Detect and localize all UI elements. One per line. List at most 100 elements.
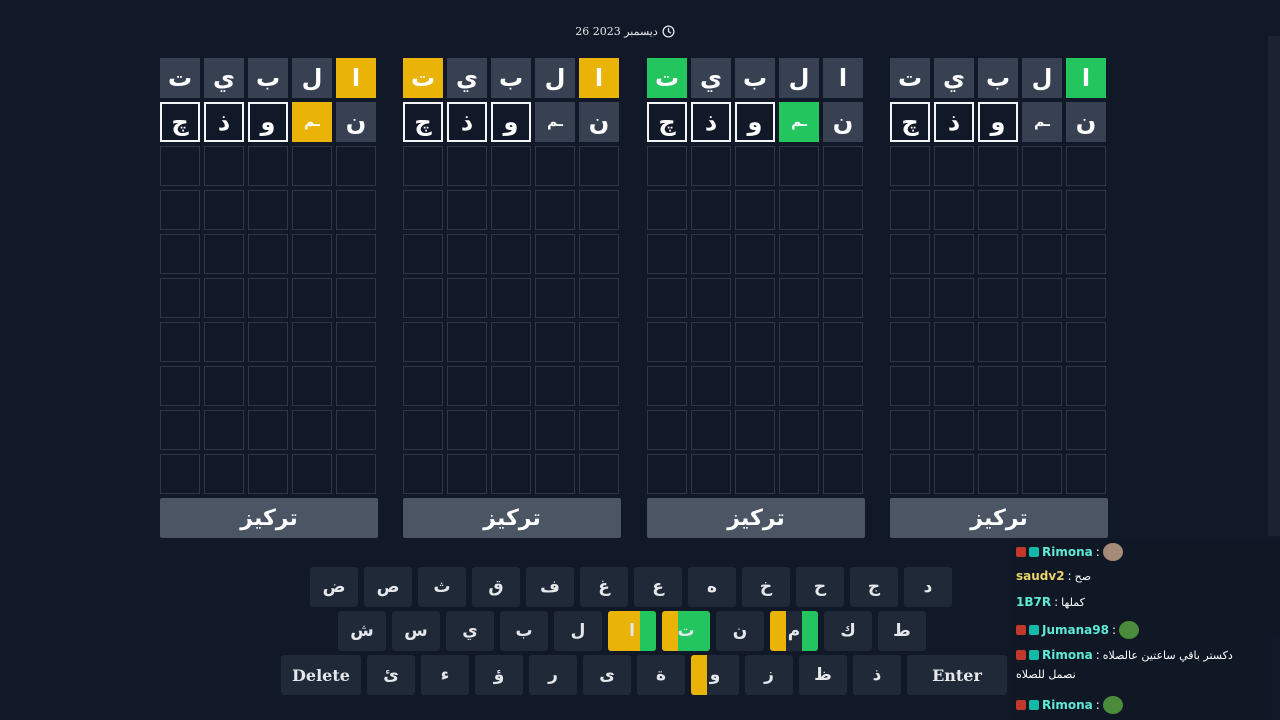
- key[interactable]: س: [392, 611, 440, 651]
- key[interactable]: ى: [583, 655, 631, 695]
- key[interactable]: ح: [796, 567, 844, 607]
- letter-tile: [691, 322, 731, 362]
- letter-tile: [978, 146, 1018, 186]
- letter-tile: [1066, 190, 1106, 230]
- chat-separator: :: [1067, 569, 1072, 583]
- key-label: ش: [350, 621, 374, 641]
- letter-tile: [292, 190, 332, 230]
- key[interactable]: ع: [634, 567, 682, 607]
- letter-tile: [890, 366, 930, 406]
- letter-tile: [535, 454, 575, 494]
- chat-message: Rimona : دكستر باقي ساعتين عالصلاه: [1016, 648, 1233, 662]
- letter-tile: ذ: [691, 102, 731, 142]
- board-row: [890, 454, 1108, 494]
- key[interactable]: م: [770, 611, 818, 651]
- focus-button[interactable]: تركيز: [647, 498, 865, 538]
- scrollbar[interactable]: [1268, 36, 1280, 536]
- letter-tile: [204, 278, 244, 318]
- key[interactable]: ظ: [799, 655, 847, 695]
- letter-tile: ب: [978, 58, 1018, 98]
- key-label: ظ: [814, 665, 832, 685]
- letter-tile: ن: [1066, 102, 1106, 142]
- key[interactable]: ر: [529, 655, 577, 695]
- letter-tile: [403, 322, 443, 362]
- letter-tile: ذ: [447, 102, 487, 142]
- key[interactable]: ث: [418, 567, 466, 607]
- letter-tile: [248, 454, 288, 494]
- board-row: [403, 410, 621, 450]
- letter-tile: [248, 322, 288, 362]
- letter-tile: ب: [491, 58, 531, 98]
- letter-tile: [735, 366, 775, 406]
- key[interactable]: ق: [472, 567, 520, 607]
- key[interactable]: ي: [446, 611, 494, 651]
- key[interactable]: ه: [688, 567, 736, 607]
- key[interactable]: ن: [716, 611, 764, 651]
- emote-icon: [1102, 543, 1123, 561]
- focus-button[interactable]: تركيز: [403, 498, 621, 538]
- letter-tile: ل: [535, 58, 575, 98]
- letter-tile: ي: [204, 58, 244, 98]
- key[interactable]: غ: [580, 567, 628, 607]
- letter-tile: [934, 190, 974, 230]
- letter-tile: [890, 234, 930, 274]
- board-row: [890, 322, 1108, 362]
- board-row: [403, 454, 621, 494]
- letter-tile: [691, 146, 731, 186]
- letter-tile: [403, 234, 443, 274]
- letter-tile: ـم: [1022, 102, 1062, 142]
- letter-tile: [336, 366, 376, 406]
- key-label: د: [923, 577, 933, 597]
- key[interactable]: د: [904, 567, 952, 607]
- key[interactable]: ل: [554, 611, 602, 651]
- key-status-segment: [608, 611, 624, 651]
- key[interactable]: ط: [878, 611, 926, 651]
- key[interactable]: خ: [742, 567, 790, 607]
- focus-button[interactable]: تركيز: [160, 498, 378, 538]
- key[interactable]: ز: [745, 655, 793, 695]
- key-label: ز: [764, 665, 774, 685]
- letter-tile: [160, 146, 200, 186]
- delete-key[interactable]: Delete: [281, 655, 361, 695]
- chat-text: دكستر باقي ساعتين عالصلاه: [1102, 648, 1233, 662]
- letter-tile: [934, 234, 974, 274]
- board-row: [647, 146, 865, 186]
- key[interactable]: ض: [310, 567, 358, 607]
- board-row: [647, 410, 865, 450]
- key[interactable]: ج: [850, 567, 898, 607]
- key[interactable]: ك: [824, 611, 872, 651]
- key[interactable]: و: [691, 655, 739, 695]
- letter-tile: [934, 278, 974, 318]
- chat-username: Rimona: [1042, 698, 1093, 712]
- key-label: ذ: [872, 665, 882, 685]
- letter-tile: ن: [336, 102, 376, 142]
- letter-tile: [447, 234, 487, 274]
- key[interactable]: ب: [500, 611, 548, 651]
- key[interactable]: ص: [364, 567, 412, 607]
- key[interactable]: ة: [637, 655, 685, 695]
- letter-tile: [535, 366, 575, 406]
- key[interactable]: ئ: [367, 655, 415, 695]
- key[interactable]: ء: [421, 655, 469, 695]
- letter-tile: [160, 322, 200, 362]
- letter-tile: [248, 190, 288, 230]
- focus-button[interactable]: تركيز: [890, 498, 1108, 538]
- key[interactable]: ت: [662, 611, 710, 651]
- letter-tile: [491, 278, 531, 318]
- letter-tile: [1066, 234, 1106, 274]
- letter-tile: [160, 410, 200, 450]
- key[interactable]: ؤ: [475, 655, 523, 695]
- letter-tile: [647, 146, 687, 186]
- board-row: [647, 454, 865, 494]
- key[interactable]: ش: [338, 611, 386, 651]
- letter-tile: ل: [779, 58, 819, 98]
- enter-key[interactable]: Enter: [907, 655, 1007, 695]
- key[interactable]: ا: [608, 611, 656, 651]
- key[interactable]: ذ: [853, 655, 901, 695]
- key[interactable]: ف: [526, 567, 574, 607]
- board-4: ت ي ب ل ا چ ذ و ـم ن تركيز: [890, 58, 1108, 538]
- letter-tile: [204, 322, 244, 362]
- letter-tile: ي: [691, 58, 731, 98]
- letter-tile: [579, 410, 619, 450]
- emote-icon: [1102, 696, 1123, 714]
